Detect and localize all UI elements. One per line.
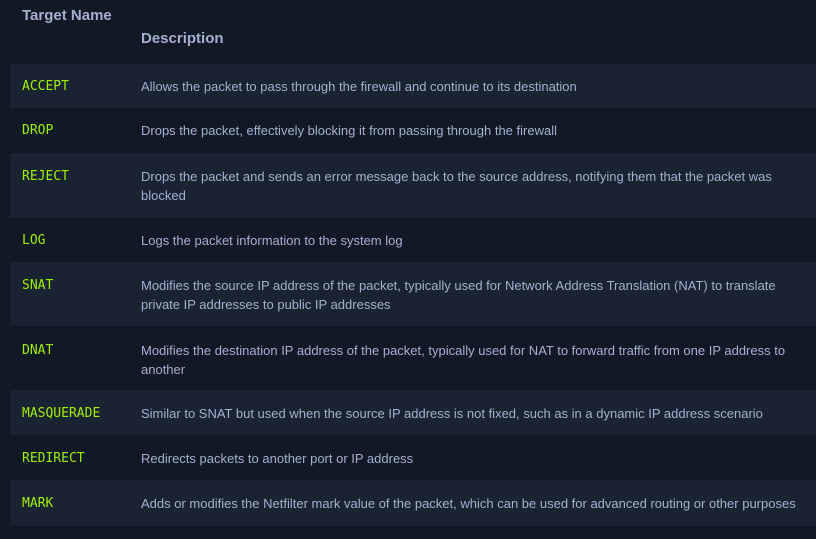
table-row: SNAT Modifies the source IP address of t… — [10, 262, 816, 326]
target-name-cell: REJECT — [22, 169, 69, 184]
description-cell: Drops the packet, effectively blocking i… — [141, 123, 557, 138]
table-header: Target Name Description — [0, 0, 816, 62]
target-name-cell: SNAT — [22, 278, 54, 293]
description-cell: Similar to SNAT but used when the source… — [141, 406, 763, 421]
description-cell: Modifies the source IP address of the pa… — [141, 278, 776, 312]
table-row: DROP Drops the packet, effectively block… — [10, 108, 816, 153]
table-row: LOG Logs the packet information to the s… — [10, 217, 816, 262]
table-row: MASQUERADE Similar to SNAT but used when… — [10, 390, 816, 435]
table-row: MARK Adds or modifies the Netfilter mark… — [10, 480, 816, 526]
target-name-cell: DROP — [22, 123, 54, 138]
target-name-cell: MARK — [22, 496, 54, 511]
targets-table: Target Name Description ACCEPT Allows th… — [0, 0, 816, 539]
table-row: ACCEPT Allows the packet to pass through… — [10, 64, 816, 108]
target-name-cell: DNAT — [22, 343, 54, 358]
description-cell: Drops the packet and sends an error mess… — [141, 169, 772, 203]
target-name-cell: ACCEPT — [22, 79, 69, 94]
table-row: REDIRECT Redirects packets to another po… — [10, 435, 816, 480]
column-header-target-name: Target Name — [22, 7, 112, 24]
column-header-description: Description — [141, 30, 224, 47]
description-cell: Modifies the destination IP address of t… — [141, 343, 786, 377]
target-name-cell: LOG — [22, 233, 46, 248]
table-row: REJECT Drops the packet and sends an err… — [10, 153, 816, 217]
description-cell: Logs the packet information to the syste… — [141, 233, 403, 248]
target-name-cell: REDIRECT — [22, 451, 85, 466]
description-cell: Redirects packets to another port or IP … — [141, 451, 414, 466]
table-row: DNAT Modifies the destination IP address… — [10, 326, 816, 390]
target-name-cell: MASQUERADE — [22, 406, 101, 421]
description-cell: Adds or modifies the Netfilter mark valu… — [141, 496, 796, 511]
description-cell: Allows the packet to pass through the fi… — [141, 79, 577, 94]
